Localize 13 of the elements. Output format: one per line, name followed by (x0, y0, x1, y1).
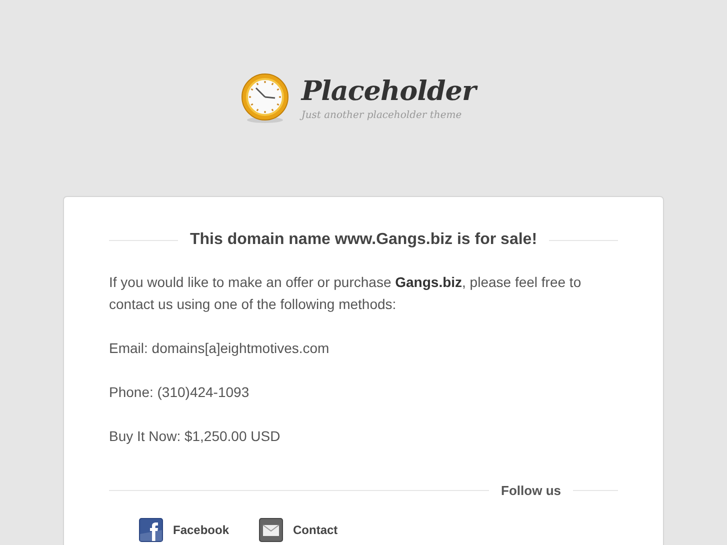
site-title: Placeholder (301, 76, 476, 108)
social-link[interactable]: Facebook (139, 518, 230, 542)
facebook-icon (139, 518, 163, 542)
info-text: Phone: (310)424-1093 (109, 383, 250, 402)
sale-heading: This domain name www.Gangs.biz is for sale! (190, 231, 538, 249)
social-link[interactable]: Contact (259, 518, 338, 542)
envelope-icon (259, 518, 284, 542)
info-text: If you would like to make an offer or purchase Gangs.biz, please feel free to contact us using one of the following methods: (109, 273, 582, 314)
follow-heading: Follow us (501, 483, 561, 498)
clock-icon (241, 73, 290, 123)
info-text: Buy It Now: $1,250.00 USD (109, 427, 282, 446)
site-tagline: Just another placeholder theme (301, 110, 463, 120)
info-text: Email: domains[a]eightmotives.com (109, 339, 330, 358)
